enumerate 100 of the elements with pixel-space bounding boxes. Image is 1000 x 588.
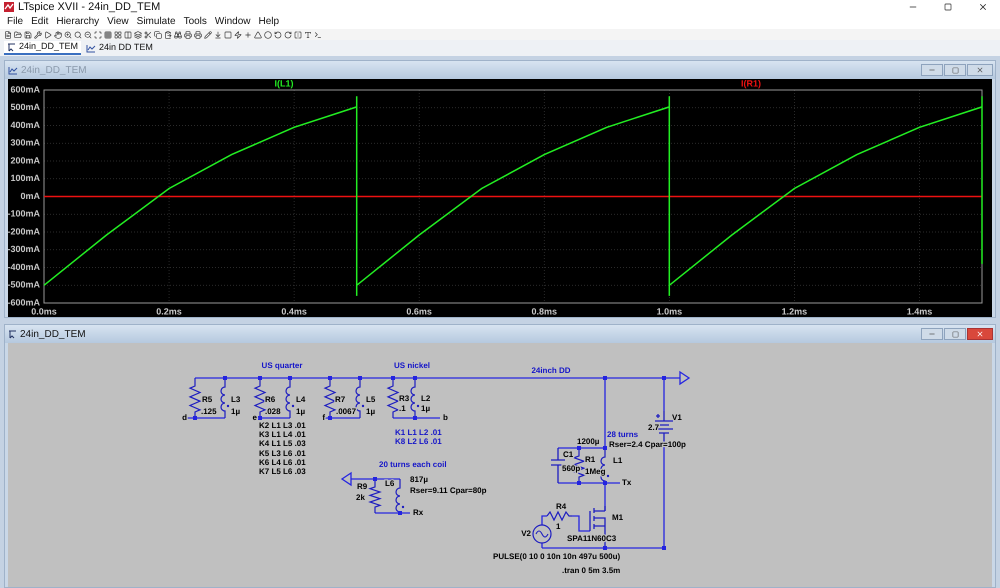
component-label: R6 [265,395,276,404]
hand-icon[interactable] [54,30,62,38]
cut-icon[interactable] [144,30,152,38]
window-title: 24in_DD_TEM [20,328,86,342]
schematic-comment: US nickel [394,361,430,370]
maximize-icon [952,66,958,74]
close-button[interactable] [967,328,993,340]
component-label: M1 [612,513,624,522]
zoom-in-icon[interactable] [64,30,72,38]
component-label: .125 [201,407,217,416]
menu-item[interactable]: Tools [180,14,211,28]
mirror-icon[interactable] [294,30,302,38]
copy-icon[interactable] [154,30,162,38]
document-tab[interactable]: 24in DD TEM [83,41,156,55]
terminal-icon[interactable] [314,30,322,38]
printer-icon[interactable] [194,30,202,38]
component-label: Rx [413,508,424,518]
resistor-symbol [188,378,202,418]
component-label: Rser=9.11 Cpar=80p [410,486,486,496]
zoom-out-icon[interactable] [84,30,92,38]
component-label: K7 L5 L6 .03 [259,467,306,476]
columns-icon[interactable] [124,30,132,38]
menu-item[interactable]: View [103,14,133,28]
pencil-icon[interactable] [204,30,212,38]
resistor-symbol [386,378,400,418]
trace-label[interactable]: I(L1) [274,79,294,88]
axis-tick-label: 500mA [10,102,40,112]
circle-icon[interactable] [264,30,272,38]
component-label: L2 [421,394,430,404]
menu-item[interactable]: File [3,14,28,28]
menu-item[interactable]: Simulate [132,14,180,28]
component-label: 1200µ [577,437,600,446]
axis-tick-label: 200mA [10,155,40,166]
rotate-right-icon[interactable] [284,30,292,38]
axis-tick-label: 1.0ms [656,306,682,316]
maximize-button[interactable] [944,64,966,76]
menu-item[interactable]: Window [210,14,254,28]
component-label: d [182,413,187,422]
menu-item[interactable]: Help [254,14,284,28]
wrench-icon[interactable] [34,30,42,38]
component-label: L5 [366,395,376,404]
save-icon[interactable] [24,30,32,38]
component-label: 1µ [231,407,240,416]
menu-item[interactable]: Hierarchy [52,14,104,28]
run-icon[interactable] [44,30,52,38]
component-label: .028 [265,407,281,416]
folder-icon[interactable] [14,30,22,38]
grid-icon[interactable] [104,30,112,38]
schematic-icon [8,330,17,338]
component-label: 1µ [366,407,376,416]
component-label: L6 [385,479,394,488]
component-label: .0067 [336,407,356,416]
component-label: K4 L1 L5 .03 [259,439,306,448]
maximize-button[interactable] [944,328,966,340]
inductor-symbol [410,378,420,418]
triangle-icon[interactable] [254,30,262,38]
plus-icon[interactable] [244,30,252,38]
trace-label[interactable]: I(R1) [741,79,761,88]
axis-tick-label: 0.8ms [532,306,558,316]
component-label: R1 [585,455,596,464]
wire [393,417,440,419]
wire [541,515,547,525]
axis-tick-label: -200mA [8,226,40,236]
component-label: R9 [357,482,368,492]
close-icon [976,66,984,74]
binoculars-icon[interactable] [174,30,182,38]
rotate-left-icon[interactable] [274,30,282,38]
printer-icon[interactable] [184,30,192,38]
maximize-icon [952,330,958,338]
layers-icon[interactable] [134,30,142,38]
wire [351,478,400,480]
component-label: R3 [399,394,410,404]
search-icon[interactable] [74,30,82,38]
axis-tick-label: -300mA [8,244,40,254]
document-tab[interactable]: 24in_DD_TEM [4,41,82,55]
component-label: C1 [563,450,574,460]
menu-item[interactable]: Edit [27,14,52,28]
text-icon[interactable] [304,30,312,38]
component-label: R4 [556,502,566,512]
schematic-comment: K8 L2 L6 .01 [395,437,442,446]
tile-icon[interactable] [114,30,122,38]
zap-icon[interactable] [234,30,242,38]
paste-icon[interactable] [164,30,172,38]
net-flag [679,370,690,386]
voltage-source-symbol [532,524,552,544]
axis-tick-label: 1.2ms [782,306,808,316]
wire [187,417,225,419]
schematic-icon [7,42,16,52]
component-label: e [252,413,257,422]
wire [572,515,590,532]
resistor-symbol [324,378,336,418]
maximize-icon [944,3,952,11]
app-title: LTspice XVII - 24in_DD_TEM [18,0,160,15]
square-icon[interactable] [224,30,232,38]
new-file-icon[interactable] [4,30,12,38]
component-label: L1 [613,456,622,466]
zoom-fit-icon[interactable] [94,30,102,38]
component-label: R7 [335,395,346,404]
component-label: V1 [672,413,682,422]
component-label: 2.7 [648,423,660,432]
